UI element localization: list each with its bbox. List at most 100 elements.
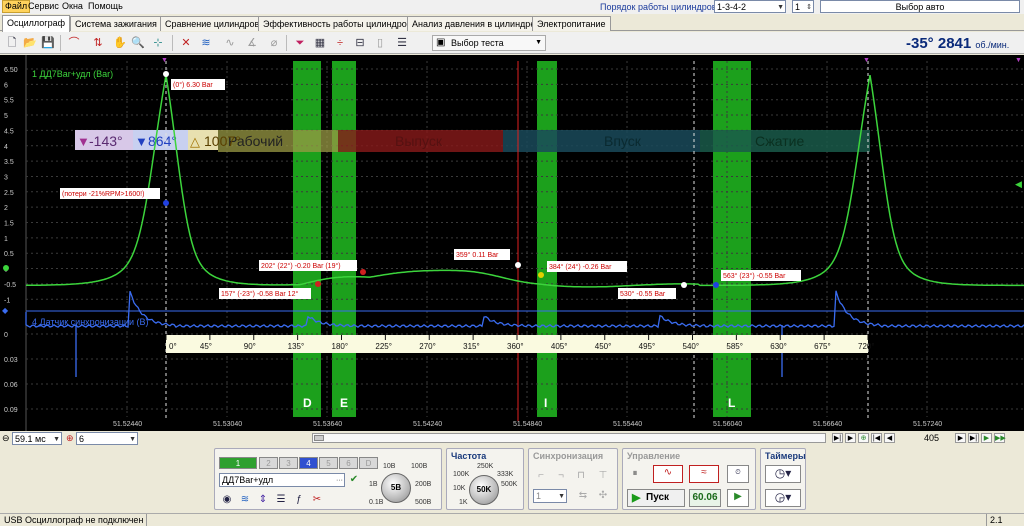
channel-button-3[interactable]: 3 xyxy=(279,457,298,469)
filter-wave-icon[interactable]: ≋ xyxy=(237,493,253,507)
volts-knob[interactable]: 5В xyxy=(381,473,411,503)
nav-play-icon[interactable]: ⊕ xyxy=(858,433,869,443)
auto-play-icon[interactable]: ▶ xyxy=(727,489,749,507)
car-select[interactable]: Выбор авто xyxy=(820,0,1020,13)
phase-band-intake xyxy=(503,130,700,152)
pause-icon[interactable]: ⏸ xyxy=(627,467,643,481)
frequency-knob[interactable]: 50K xyxy=(469,475,499,505)
sync-pulse-icon[interactable]: ⊓ xyxy=(573,469,589,483)
x-tick: 51.52440 xyxy=(113,421,142,428)
auto-scale-icon[interactable]: ⇅ xyxy=(90,35,106,51)
auto-icon[interactable]: ⏲ xyxy=(727,465,749,483)
right-edge-icon[interactable]: ▼ xyxy=(1015,57,1022,64)
tab-power-supply[interactable]: Электропитание xyxy=(532,16,611,31)
horizontal-scrollbar[interactable] xyxy=(312,433,826,443)
menu-windows[interactable]: Окна xyxy=(60,1,85,11)
timebase-select[interactable]: 59.1 мс ▼ xyxy=(12,432,62,445)
y1-tick: 0.5 xyxy=(4,251,14,258)
filter-icon[interactable]: ≋ xyxy=(198,35,214,51)
nav-next-icon[interactable]: ▶ xyxy=(845,433,856,443)
channel-button-6[interactable]: 6 xyxy=(339,457,358,469)
ch4-zero-marker[interactable]: ◆ xyxy=(2,306,9,315)
probe-icon[interactable]: ◉ xyxy=(219,493,235,507)
remove-markers-icon[interactable]: ✕ xyxy=(178,35,194,51)
channel-minus-icon[interactable]: ⊕ xyxy=(66,433,74,444)
version-text: 2.1 xyxy=(990,515,1003,525)
oscilloscope-view[interactable]: Рабочий Выпуск Впуск Сжатие ▼ -143° ▼ 86… xyxy=(0,55,1024,431)
cylinder-number-select[interactable]: 1 ⇕ xyxy=(792,0,814,13)
trigger-right-icon[interactable]: ◀ xyxy=(1015,179,1022,189)
zero-icon[interactable]: ⌀ xyxy=(266,35,282,51)
open-folder-icon[interactable]: 📂 xyxy=(22,35,38,51)
timer1-icon[interactable]: ◷▾ xyxy=(765,465,801,483)
multi-wave-icon[interactable]: ≈ xyxy=(689,465,719,483)
cursor2-top-icon[interactable]: ▼ xyxy=(863,57,870,64)
timebase-minus-icon[interactable]: ⊖ xyxy=(2,433,10,444)
measure-icon[interactable]: ⊟ xyxy=(352,35,368,51)
frame-last-icon[interactable]: ▶| xyxy=(968,433,979,443)
channel-button-5[interactable]: 5 xyxy=(319,457,338,469)
channel-count-select[interactable]: 6 ▼ xyxy=(76,432,138,445)
reset-zoom-icon[interactable]: ⌒ xyxy=(66,35,82,51)
tab-ignition[interactable]: Система зажигания xyxy=(70,16,162,31)
nav-back-icon[interactable]: |◀ xyxy=(871,433,882,443)
cylinder-order-select[interactable]: 1-3-4-2 ▼ xyxy=(714,0,786,13)
marker-359[interactable] xyxy=(515,262,521,268)
new-file-icon[interactable]: 🗋 xyxy=(4,35,20,51)
tab-cylinder-efficiency[interactable]: Эффективность работы цилиндров xyxy=(258,16,417,31)
channel-button-2[interactable]: 2 xyxy=(259,457,278,469)
marker-peak[interactable] xyxy=(163,71,169,77)
cursor1-top-icon[interactable]: ▼ xyxy=(161,57,168,64)
frame-play-icon[interactable]: ▶ xyxy=(981,433,992,443)
zoom-icon[interactable]: 🔍 xyxy=(130,35,146,51)
split-icon[interactable]: ÷ xyxy=(332,35,348,51)
table-icon[interactable]: ▦ xyxy=(312,35,328,51)
timer2-icon[interactable]: ◶▾ xyxy=(765,489,801,507)
sync-auto-icon[interactable]: ⊤ xyxy=(595,469,611,483)
sync-channel-select[interactable]: 1 ▼ xyxy=(533,489,567,503)
sync-fall-icon[interactable]: ¬ xyxy=(553,469,569,483)
cursor2-marker-icon: ▼ xyxy=(135,134,148,149)
frame-play-loop-icon[interactable]: ▶▶ xyxy=(994,433,1006,443)
marker-563[interactable] xyxy=(713,282,719,288)
invert-icon[interactable]: ⇕ xyxy=(255,493,271,507)
single-wave-icon[interactable]: ∿ xyxy=(653,465,683,483)
scrollbar-thumb[interactable] xyxy=(314,435,324,441)
sync-rise-icon[interactable]: ⌐ xyxy=(533,469,549,483)
delete-channel-icon[interactable]: ✂ xyxy=(309,493,325,507)
formula-icon[interactable]: ƒ xyxy=(291,493,307,507)
hand-pan-icon[interactable]: ✋ xyxy=(112,35,128,51)
menu-help[interactable]: Помощь xyxy=(86,1,125,11)
sync-cross-icon[interactable]: ✣ xyxy=(595,489,611,503)
save-icon[interactable]: 💾 xyxy=(40,35,56,51)
tab-oscilloscope[interactable]: Осциллограф xyxy=(2,15,70,32)
marker-202[interactable] xyxy=(360,269,366,275)
tab-pressure-analysis[interactable]: Анализ давления в цилиндре xyxy=(407,16,541,31)
timers-title: Таймеры xyxy=(765,451,806,461)
marker-530[interactable] xyxy=(681,282,687,288)
frame-next-icon[interactable]: ▶ xyxy=(955,433,966,443)
channel-name-select[interactable]: ДД7Bar+удл ··· xyxy=(219,473,345,487)
cursor-filter-icon[interactable]: ⏷ xyxy=(292,35,308,51)
delta-angle-icon[interactable]: ∡ xyxy=(244,35,260,51)
start-button[interactable]: ▶ Пуск xyxy=(627,489,685,507)
marker-157[interactable] xyxy=(315,281,321,287)
properties-icon[interactable]: ☰ xyxy=(394,35,410,51)
channel-button-1[interactable]: 1 xyxy=(219,457,257,469)
channel-button-d[interactable]: D xyxy=(359,457,378,469)
menu-service[interactable]: Сервис xyxy=(26,1,61,11)
test-select[interactable]: ▣ Выбор теста ▼ xyxy=(432,35,546,51)
document-icon[interactable]: ▯ xyxy=(372,35,388,51)
sync-level-icon[interactable]: ⇆ xyxy=(575,489,591,503)
tab-cylinder-compare[interactable]: Сравнение цилиндров xyxy=(160,16,265,31)
ch1-zero-marker[interactable] xyxy=(3,265,9,271)
marker-loss[interactable] xyxy=(163,200,169,206)
marker-384[interactable] xyxy=(538,272,544,278)
channel-button-4[interactable]: 4 xyxy=(299,457,318,469)
cursor-tool-icon[interactable]: ⊹ xyxy=(150,35,166,51)
channel-color-icon[interactable]: ✔ xyxy=(346,473,362,487)
lines-icon[interactable]: ☰ xyxy=(273,493,289,507)
spectrum-icon[interactable]: ∿ xyxy=(222,35,238,51)
nav-last-icon[interactable]: ▶| xyxy=(832,433,843,443)
nav-prev-icon[interactable]: ◀ xyxy=(884,433,895,443)
